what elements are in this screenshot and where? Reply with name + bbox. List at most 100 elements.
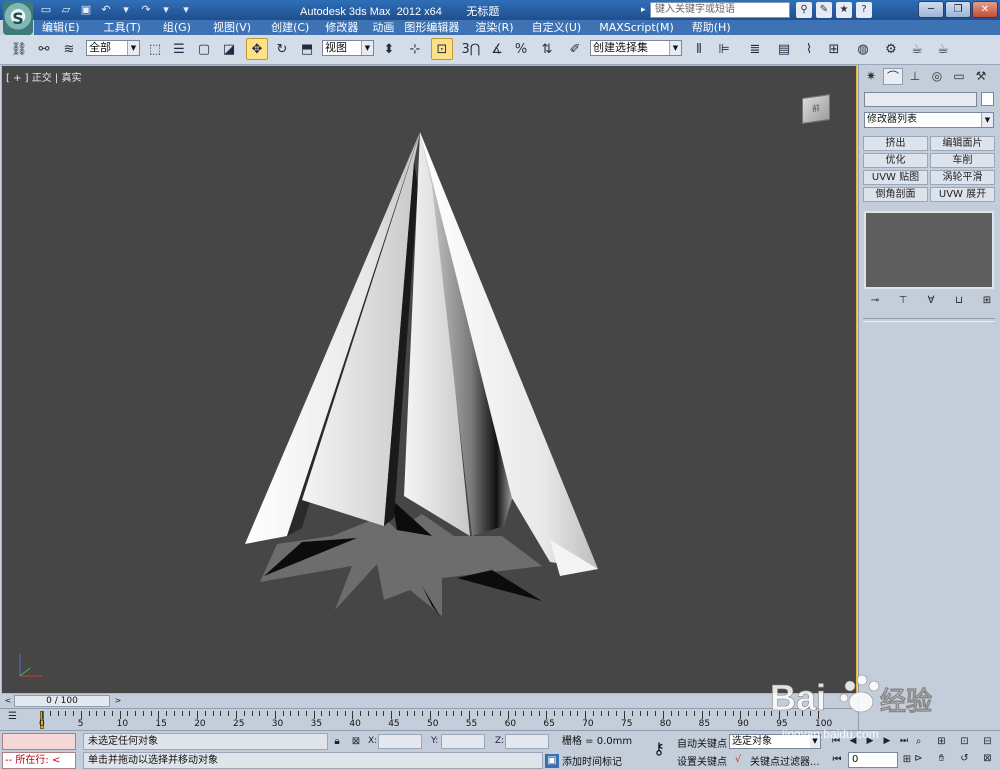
material-editor-icon[interactable]: ◍ [852, 38, 874, 60]
graphite-ribbon-icon[interactable]: ▤ [773, 38, 795, 60]
object-color-swatch[interactable] [981, 92, 994, 106]
motion-tab-icon[interactable]: ◎ [927, 68, 947, 85]
open-file-icon[interactable]: ▱ [58, 2, 74, 17]
menu-group[interactable]: 组(G) [163, 20, 191, 35]
snap-3d-icon[interactable]: 3 ⋂ [460, 38, 482, 60]
rendered-frame-window-icon[interactable]: ☕ [906, 38, 928, 60]
minimize-button[interactable]: ─ [918, 1, 944, 18]
hierarchy-tab-icon[interactable]: ⊥ [905, 68, 925, 85]
pan-icon[interactable]: ✋︎ [931, 751, 952, 766]
bind-spacewarp-icon[interactable]: ≋ [58, 38, 80, 60]
search-input[interactable]: 键入关键字或短语 [650, 2, 790, 18]
orbit-icon[interactable]: ↺ [954, 751, 975, 766]
modifier-list-dropdown[interactable]: 修改器列表 ▼ [864, 112, 994, 128]
menu-rendering[interactable]: 渲染(R) [475, 20, 513, 35]
time-slider[interactable]: < 0 / 100 > [0, 694, 858, 708]
spinner-snap-icon[interactable]: ⇅ [536, 38, 558, 60]
menu-tools[interactable]: 工具(T) [104, 20, 141, 35]
modifier-unwrap-uvw-button[interactable]: UVW 展开 [930, 187, 995, 202]
viewport-orthographic[interactable]: [ + ] 正交 | 真实 前 [1, 65, 857, 694]
edit-named-selection-icon[interactable]: ✐ [564, 38, 586, 60]
modify-tab-icon[interactable]: ⌒ [883, 68, 903, 85]
maxscript-listener[interactable] [2, 733, 76, 750]
maximize-viewport-icon[interactable]: ⊠ [977, 751, 998, 766]
percent-snap-icon[interactable]: % [510, 38, 532, 60]
modifier-stack[interactable] [864, 211, 994, 289]
menu-modifiers[interactable]: 修改器 [325, 20, 358, 35]
show-end-result-icon[interactable]: ⊤ [895, 294, 911, 308]
track-bar[interactable]: 0 5 10 15 20 25 30 35 40 45 50 55 60 65 70 75 80 85 90 95 10… [0, 708, 858, 730]
render-setup-icon[interactable]: ⚙ [880, 38, 902, 60]
maxscript-line[interactable]: -- 所在行: < [2, 752, 76, 769]
pivot-center-icon[interactable]: ⬍ [378, 38, 400, 60]
object-name-field[interactable] [864, 92, 977, 107]
key-filters-button[interactable]: 关键点过滤器... [750, 753, 820, 768]
time-next-icon[interactable]: > [112, 695, 124, 707]
undo-dropdown-icon[interactable]: ▾ [118, 2, 134, 17]
mirror-icon[interactable]: ⫴ [688, 38, 710, 60]
zoom-icon[interactable]: ⌕ [908, 734, 929, 749]
menu-edit[interactable]: 编辑(E) [42, 20, 80, 35]
menu-graph-editors[interactable]: 图形编辑器 [404, 20, 459, 35]
redo-dropdown-icon[interactable]: ▾ [158, 2, 174, 17]
pyramid-star-model[interactable] [2, 66, 857, 694]
select-and-rotate-icon[interactable]: ↻ [271, 38, 293, 60]
restore-button[interactable]: ❐ [945, 1, 971, 18]
utilities-tab-icon[interactable]: ⚒ [971, 68, 991, 85]
modifier-lathe-button[interactable]: 车削 [930, 153, 995, 168]
align-icon[interactable]: ⊫ [713, 38, 735, 60]
menu-customize[interactable]: 自定义(U) [532, 20, 582, 35]
zoom-all-icon[interactable]: ⊞ [931, 734, 952, 749]
named-selection-dropdown[interactable]: 创建选择集 ▼ [590, 40, 682, 56]
help-icon[interactable]: ? [856, 2, 872, 18]
time-slider-thumb[interactable]: 0 / 100 [14, 695, 110, 707]
select-manipulate-icon[interactable]: ⊹ [404, 38, 426, 60]
rect-selection-region-icon[interactable]: ▢ [193, 38, 215, 60]
time-prev-icon[interactable]: < [2, 695, 14, 707]
menu-create[interactable]: 创建(C) [271, 20, 309, 35]
schematic-view-icon[interactable]: ⊞ [823, 38, 845, 60]
display-tab-icon[interactable]: ▭ [949, 68, 969, 85]
layer-manager-icon[interactable]: ≣ [744, 38, 766, 60]
qa-customize-icon[interactable]: ▾ [178, 2, 194, 17]
z-coord-field[interactable] [505, 734, 549, 749]
unlink-icon[interactable]: ⚯ [33, 38, 55, 60]
x-coord-field[interactable] [378, 734, 422, 749]
new-file-icon[interactable]: ▭ [38, 2, 54, 17]
app-logo[interactable]: S [3, 1, 33, 35]
pin-stack-icon[interactable]: ⊸ [867, 294, 883, 308]
zoom-extents-icon[interactable]: ⊡ [954, 734, 975, 749]
undo-icon[interactable]: ↶ [98, 2, 114, 17]
save-icon[interactable]: ▣ [78, 2, 94, 17]
wrench-icon[interactable]: ✎ [816, 2, 832, 18]
configure-sets-icon[interactable]: ⊞ [979, 294, 995, 308]
select-object-icon[interactable]: ⬚ [144, 38, 166, 60]
y-coord-field[interactable] [441, 734, 485, 749]
set-key-button[interactable]: 设置关键点 [677, 753, 727, 768]
link-icon[interactable]: ⛓ [8, 38, 30, 60]
absolute-mode-icon[interactable]: ⊠ [349, 735, 363, 749]
search-expand-icon[interactable]: ▸ [641, 2, 649, 18]
menu-views[interactable]: 视图(V) [213, 20, 251, 35]
render-production-icon[interactable]: ☕ [932, 38, 954, 60]
binoculars-icon[interactable]: ⚲ [796, 2, 812, 18]
track-bar-menu-icon[interactable]: ☰ [8, 711, 24, 725]
auto-key-button[interactable]: 自动关键点 [677, 735, 727, 750]
menu-help[interactable]: 帮助(H) [692, 20, 731, 35]
modifier-optimize-button[interactable]: 优化 [863, 153, 928, 168]
time-tag-icon[interactable]: ▣ [545, 754, 559, 768]
zoom-extents-all-icon[interactable]: ⊟ [977, 734, 998, 749]
select-and-move-icon[interactable]: ✥ [246, 38, 268, 60]
modifier-bevel-profile-button[interactable]: 倒角剖面 [863, 187, 928, 202]
curve-editor-icon[interactable]: ⌇ [798, 38, 820, 60]
next-frame-icon[interactable]: ▶ [879, 734, 895, 749]
lock-icon[interactable]: 🔒︎ [330, 735, 344, 749]
select-and-scale-icon[interactable]: ⬒ [296, 38, 318, 60]
modifier-turbosmooth-button[interactable]: 涡轮平滑 [930, 170, 995, 185]
window-crossing-icon[interactable]: ◪ [218, 38, 240, 60]
key-mode-toggle-icon[interactable]: ⏮ [830, 753, 844, 767]
modifier-extrude-button[interactable]: 挤出 [863, 136, 928, 151]
menu-animation[interactable]: 动画 [372, 20, 394, 35]
close-button[interactable]: ✕ [972, 1, 998, 18]
current-frame-field[interactable]: 0 [848, 752, 898, 768]
